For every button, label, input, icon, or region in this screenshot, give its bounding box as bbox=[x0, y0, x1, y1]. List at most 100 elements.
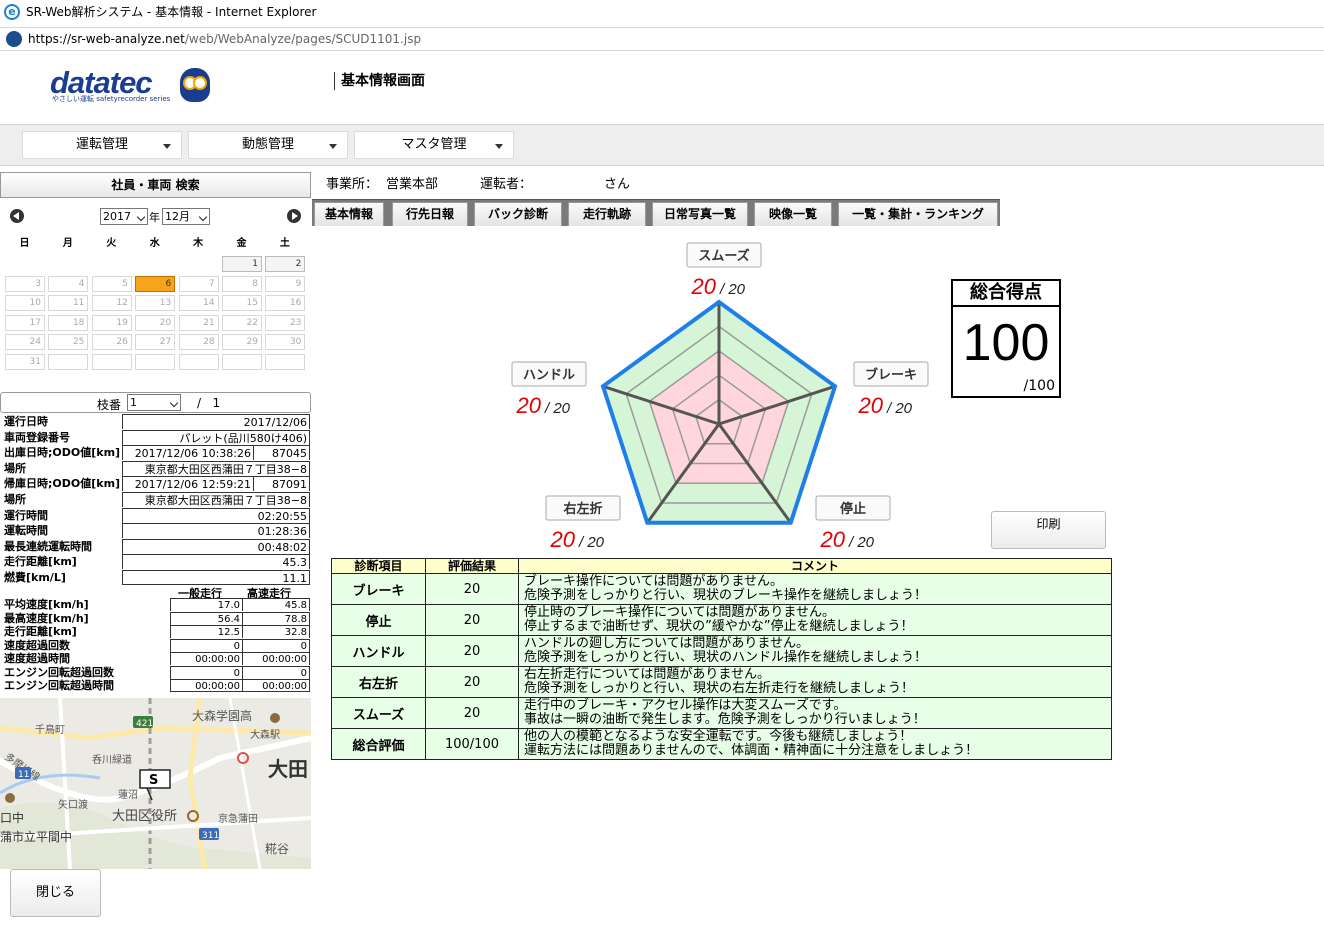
calendar-day[interactable]: 28 bbox=[178, 334, 219, 351]
map-label: 呑川緑道 bbox=[92, 753, 132, 766]
calendar-day[interactable]: 14 bbox=[178, 295, 219, 312]
map-label: 大森学園高 bbox=[192, 708, 252, 723]
calendar-day[interactable]: 23 bbox=[265, 314, 306, 331]
info-label: 出庫日時;ODO値[km] bbox=[4, 446, 121, 460]
menu-driving-management[interactable]: 運転管理 bbox=[22, 131, 182, 159]
diagnosis-item: 総合評価 bbox=[331, 728, 426, 760]
comment-line: 停止するまで油断せず、現状の”緩やかな”停止を継続しましょう！ bbox=[524, 619, 914, 634]
month-select[interactable]: 12月 bbox=[162, 208, 210, 225]
info-row: 運転時間 01:28:36 bbox=[4, 523, 310, 539]
calendar-day[interactable]: 4 bbox=[48, 275, 89, 292]
calendar-day[interactable]: 12 bbox=[91, 295, 132, 312]
calendar-day[interactable]: 10 bbox=[5, 295, 45, 312]
calendar-day[interactable]: 31 bbox=[5, 354, 45, 370]
tab-destination-report[interactable]: 行先日報 bbox=[392, 202, 468, 226]
speed-highway: 0 bbox=[243, 665, 310, 679]
year-suffix: 年 bbox=[149, 211, 160, 224]
speed-label: エンジン回転超過時間 bbox=[4, 679, 114, 692]
speed-highway: 78.8 bbox=[243, 611, 310, 625]
radar-value-label: 20 bbox=[820, 527, 846, 552]
year-select[interactable]: 2017 bbox=[100, 208, 148, 225]
calendar-day[interactable]: 16 bbox=[265, 295, 306, 312]
calendar-day[interactable]: 22 bbox=[222, 314, 262, 331]
diagnosis-item: 停止 bbox=[331, 604, 426, 636]
tab-basic-info[interactable]: 基本情報 bbox=[314, 202, 384, 226]
speed-highway: 00:00:00 bbox=[243, 679, 310, 692]
calendar-day[interactable]: 17 bbox=[5, 314, 45, 331]
speed-general: 00:00:00 bbox=[170, 652, 243, 665]
weekday-header: 木 bbox=[193, 238, 204, 249]
menu-master-management[interactable]: マスタ管理 bbox=[354, 131, 514, 159]
diagnosis-comment: 停止時のブレーキ操作については問題がありません。 停止するまで油断せず、現状の”緩… bbox=[518, 604, 1112, 636]
diagnosis-row: ハンドル 20 ハンドルの廻し方については問題がありません。 危険予測をしっかりと行い… bbox=[331, 635, 1112, 667]
datatec-logo[interactable]: datatec やさしい運転 safetyrecorder series bbox=[50, 67, 220, 108]
menu-dynamics-management[interactable]: 動態管理 bbox=[188, 131, 348, 159]
info-value: 東京都大田区西蒲田７丁目38−8 bbox=[122, 460, 310, 476]
calendar-day[interactable]: 21 bbox=[178, 314, 219, 331]
diagnosis-result: 20 bbox=[425, 666, 519, 698]
map-label: 京急蒲田 bbox=[218, 812, 258, 825]
calendar-day[interactable]: 5 bbox=[91, 275, 132, 292]
comment-line: 右左折走行については問題がありません。 bbox=[524, 667, 770, 682]
calendar-day[interactable]: 19 bbox=[91, 314, 132, 331]
info-row: 走行距離[km] 45.3 bbox=[4, 554, 310, 570]
diagnosis-row: スムーズ 20 走行中のブレーキ・アクセル操作は大変スムーズです。 事故は一瞬の油断で… bbox=[331, 697, 1112, 729]
map-label: 蒲市立平間中 bbox=[0, 829, 72, 844]
calendar-day[interactable]: 20 bbox=[135, 314, 176, 331]
radar-value-label: 20 bbox=[550, 527, 576, 552]
calendar-day[interactable]: 9 bbox=[265, 275, 306, 292]
calendar-day[interactable]: 7 bbox=[178, 275, 219, 292]
calendar-empty-cell bbox=[265, 354, 306, 370]
calendar-day[interactable]: 24 bbox=[5, 334, 45, 351]
calendar-day[interactable]: 29 bbox=[222, 334, 262, 351]
calendar-day[interactable]: 27 bbox=[135, 334, 176, 351]
info-label: 燃費[km/L] bbox=[4, 571, 66, 584]
calendar-day[interactable]: 1 bbox=[222, 256, 262, 272]
tab-daily-photos[interactable]: 日常写真一覧 bbox=[652, 202, 748, 226]
calendar-day[interactable]: 18 bbox=[48, 314, 89, 331]
calendar-day[interactable]: 6 bbox=[135, 275, 176, 292]
comment-line: 運転方法には問題ありませんので、体調面・精神面に十分注意をしましょう！ bbox=[524, 743, 979, 758]
office-name: 営業本部 bbox=[386, 177, 439, 192]
calendar-day[interactable]: 8 bbox=[222, 275, 262, 292]
speed-highway: 45.8 bbox=[243, 598, 310, 611]
calendar-day[interactable]: 26 bbox=[91, 334, 132, 351]
print-button[interactable]: 印刷 bbox=[991, 511, 1106, 549]
col-result: 評価結果 bbox=[425, 558, 519, 574]
speed-general: 0 bbox=[170, 665, 243, 679]
calendar-day[interactable]: 3 bbox=[5, 275, 45, 292]
col-comment: コメント bbox=[518, 558, 1112, 574]
calendar-day[interactable]: 11 bbox=[48, 295, 89, 312]
weekday-header: 火 bbox=[106, 238, 117, 249]
diagnosis-result: 20 bbox=[425, 697, 519, 729]
calendar-day[interactable]: 13 bbox=[135, 295, 176, 312]
address-bar[interactable]: https://sr-web-analyze.net/web/WebAnalyz… bbox=[0, 27, 1324, 51]
search-panel-button[interactable]: 社員・車両 検索 bbox=[0, 172, 311, 198]
radar-max-label: / 20 bbox=[848, 534, 875, 551]
calendar-day[interactable]: 25 bbox=[48, 334, 89, 351]
comment-line: 走行中のブレーキ・アクセル操作は大変スムーズです。 bbox=[524, 698, 847, 713]
route-map[interactable]: S 大森学園高 千鳥町 大森駅 大田 呑川緑道 矢口渡 蓮沼 大田区役所 京急蒲… bbox=[0, 698, 311, 869]
calendar-empty-cell bbox=[178, 354, 219, 370]
branch-select[interactable]: 1 bbox=[127, 394, 181, 411]
info-label: 運行日時 bbox=[4, 415, 48, 428]
calendar-empty-cell bbox=[91, 354, 132, 370]
speed-general: 17.0 bbox=[170, 598, 243, 611]
close-button[interactable]: 閉じる bbox=[10, 869, 101, 917]
tab-back-diagnosis[interactable]: バック診断 bbox=[474, 202, 562, 226]
calendar-day[interactable]: 15 bbox=[222, 295, 262, 312]
tab-ranking[interactable]: 一覧・集計・ランキング bbox=[838, 202, 998, 226]
info-value: 11.1 bbox=[122, 570, 310, 585]
prev-month-icon[interactable] bbox=[10, 209, 24, 223]
info-label: 走行距離[km] bbox=[4, 555, 77, 569]
tab-travel-track[interactable]: 走行軌跡 bbox=[568, 202, 646, 226]
map-label: 矢口渡 bbox=[58, 798, 88, 811]
calendar-day[interactable]: 2 bbox=[265, 256, 306, 272]
diagnosis-result: 100/100 bbox=[425, 728, 519, 760]
speed-row: 速度超過回数 0 0 bbox=[4, 638, 310, 652]
radar-axis-label: ブレーキ bbox=[865, 367, 917, 383]
calendar-day[interactable]: 30 bbox=[265, 334, 306, 351]
next-month-icon[interactable] bbox=[287, 209, 301, 223]
tab-video-list[interactable]: 映像一覧 bbox=[754, 202, 832, 226]
radar-axis-label: 右左折 bbox=[562, 501, 602, 517]
